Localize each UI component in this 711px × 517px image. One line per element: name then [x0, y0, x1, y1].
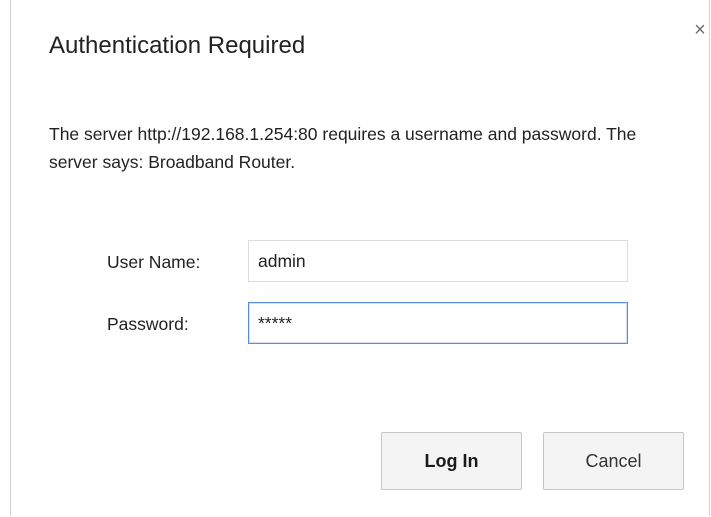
dialog-title: Authentication Required: [49, 32, 306, 59]
dialog-message: The server http://192.168.1.254:80 requi…: [49, 124, 637, 172]
password-input[interactable]: [248, 302, 628, 344]
cancel-button[interactable]: Cancel: [543, 432, 684, 490]
username-label: User Name:: [107, 252, 201, 272]
close-icon[interactable]: ×: [691, 20, 709, 40]
password-label: Password:: [107, 314, 189, 334]
username-input[interactable]: [248, 240, 628, 282]
login-button[interactable]: Log In: [381, 432, 522, 490]
auth-dialog: Authentication Required × The server htt…: [10, 0, 710, 516]
